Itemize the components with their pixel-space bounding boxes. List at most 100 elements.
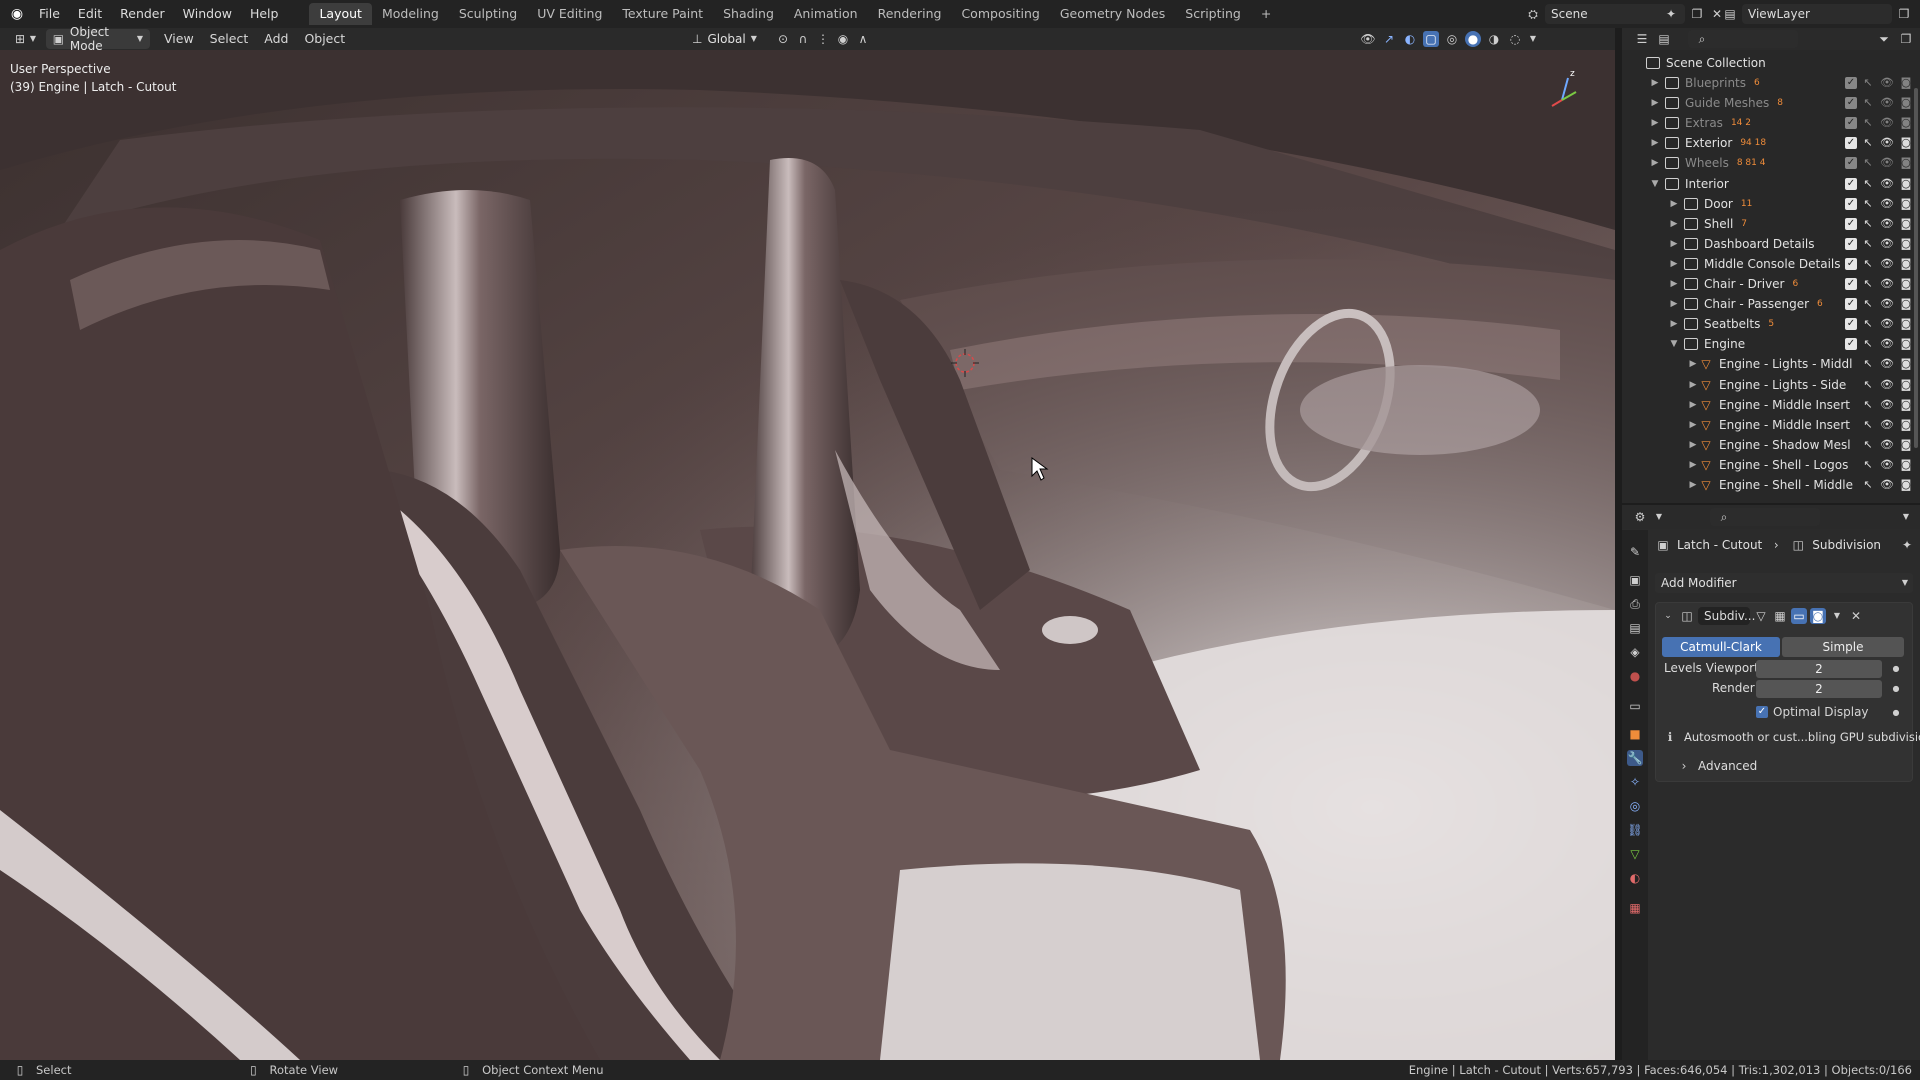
chevron-down-icon[interactable]: ▼ — [1829, 608, 1845, 624]
tab-compositing[interactable]: Compositing — [951, 3, 1049, 25]
select-icon[interactable]: ↖ — [1860, 196, 1876, 212]
collapse-icon[interactable]: ⌄ — [1660, 608, 1676, 624]
outliner-collection-row[interactable]: ▶ Extras 14 2 ✓ ↖ 👁 ◙ — [1622, 113, 1920, 133]
eye-icon[interactable]: 👁 — [1879, 135, 1895, 151]
outliner-collection-row[interactable]: ▶ Seatbelts 5 ✓ ↖ 👁 ◙ — [1622, 314, 1920, 334]
optimal-display-checkbox[interactable]: ✓ Optimal Display — [1756, 705, 1869, 719]
eye-icon[interactable]: 👁 — [1879, 196, 1895, 212]
camera-icon[interactable]: ◙ — [1898, 115, 1914, 131]
chevron-down-icon[interactable]: ▼ — [1898, 509, 1914, 525]
outliner-editor-icon[interactable]: ☰ — [1634, 31, 1650, 47]
scene-tab-icon[interactable]: ◈ — [1627, 644, 1643, 660]
chevron-down-icon[interactable]: ▼ — [1528, 31, 1538, 47]
select-icon[interactable]: ↖ — [1860, 176, 1876, 192]
expand-right-icon[interactable]: ▶ — [1668, 279, 1680, 289]
outliner-collection-row[interactable]: ▶ Wheels 8 81 4 ✓ ↖ 👁 ◙ — [1622, 153, 1920, 173]
select-icon[interactable]: ↖ — [1860, 135, 1876, 151]
eye-icon[interactable]: 👁 — [1879, 437, 1895, 453]
catmull-clark-button[interactable]: Catmull-Clark — [1662, 637, 1780, 657]
pivot-icon[interactable]: ⊙ — [775, 31, 791, 47]
view-layer-icon[interactable]: ▤ — [1722, 6, 1738, 22]
eye-icon[interactable]: 👁 — [1879, 316, 1895, 332]
render-tab-icon[interactable]: ▣ — [1627, 572, 1643, 588]
view-layer-tab-icon[interactable]: ▤ — [1627, 620, 1643, 636]
solid-shading-icon[interactable]: ● — [1465, 31, 1481, 47]
delete-view-layer-icon[interactable]: ✕ — [1916, 6, 1920, 22]
outliner-collection-row[interactable]: ▶ Shell 7 ✓ ↖ 👁 ◙ — [1622, 214, 1920, 234]
eye-icon[interactable]: 👁 — [1879, 95, 1895, 111]
tab-sculpting[interactable]: Sculpting — [449, 3, 527, 25]
camera-icon[interactable]: ◙ — [1898, 417, 1914, 433]
overlay-icon[interactable]: ◐ — [1402, 31, 1418, 47]
select-icon[interactable]: ↖ — [1860, 95, 1876, 111]
outliner-collection-row[interactable]: ▶ Chair - Driver 6 ✓ ↖ 👁 ◙ — [1622, 274, 1920, 294]
outliner-object-row[interactable]: ▶ ▽ Engine - Lights - Side ↖ 👁 ◙ — [1622, 375, 1920, 395]
select-icon[interactable]: ↖ — [1860, 75, 1876, 91]
checkbox-icon[interactable]: ✓ — [1845, 278, 1857, 290]
select-icon[interactable]: ↖ — [1860, 236, 1876, 252]
expand-right-icon[interactable]: ▶ — [1668, 259, 1680, 269]
select-icon[interactable]: ↖ — [1860, 216, 1876, 232]
add-menu[interactable]: Add — [256, 29, 296, 49]
camera-icon[interactable]: ◙ — [1898, 397, 1914, 413]
eye-icon[interactable]: 👁 — [1879, 276, 1895, 292]
menu-edit[interactable]: Edit — [69, 0, 111, 28]
cage-icon[interactable]: ▦ — [1772, 608, 1788, 624]
chevron-down-icon[interactable]: ▼ — [1654, 509, 1664, 525]
blender-logo-icon[interactable]: ◉ — [8, 6, 26, 22]
outliner-object-row[interactable]: ▶ ▽ Engine - Lights - Middl ↖ 👁 ◙ — [1622, 354, 1920, 374]
eye-icon[interactable]: 👁 — [1879, 216, 1895, 232]
snap-target-icon[interactable]: ⋮ — [815, 31, 831, 47]
tab-layout[interactable]: Layout — [309, 3, 372, 25]
select-icon[interactable]: ↖ — [1860, 276, 1876, 292]
expand-right-icon[interactable]: ▶ — [1649, 158, 1661, 168]
tab-animation[interactable]: Animation — [784, 3, 868, 25]
outliner-scrollbar[interactable] — [1914, 88, 1918, 448]
filter-icon[interactable]: ⏷ — [1876, 31, 1892, 47]
outliner-collection-row[interactable]: ▶ Dashboard Details ✓ ↖ 👁 ◙ — [1622, 234, 1920, 254]
expand-right-icon[interactable]: ▶ — [1649, 78, 1661, 88]
data-tab-icon[interactable]: ▽ — [1627, 846, 1643, 862]
modifier-tab-icon[interactable]: 🔧 — [1627, 750, 1643, 766]
world-tab-icon[interactable]: ● — [1627, 668, 1643, 684]
expand-right-icon[interactable]: ▶ — [1649, 118, 1661, 128]
tab-scripting[interactable]: Scripting — [1175, 3, 1251, 25]
select-icon[interactable]: ↖ — [1860, 296, 1876, 312]
keyframe-dot-icon[interactable]: ● — [1888, 661, 1904, 677]
eye-icon[interactable]: 👁 — [1879, 256, 1895, 272]
gizmo-icon[interactable]: ↗ — [1381, 31, 1397, 47]
select-icon[interactable]: ↖ — [1860, 477, 1876, 493]
menu-help[interactable]: Help — [241, 0, 288, 28]
expand-right-icon[interactable]: ▶ — [1668, 319, 1680, 329]
select-icon[interactable]: ↖ — [1860, 457, 1876, 473]
visibility-icon[interactable]: 👁 — [1360, 31, 1376, 47]
outliner-collection-row[interactable]: ▶ Blueprints 6 ✓ ↖ 👁 ◙ — [1622, 73, 1920, 93]
expand-down-icon[interactable]: ▼ — [1649, 179, 1661, 189]
view-layer-selector[interactable]: ViewLayer — [1742, 4, 1892, 24]
expand-right-icon[interactable]: ▶ — [1687, 440, 1699, 450]
camera-icon[interactable]: ◙ — [1898, 95, 1914, 111]
xray-icon[interactable]: ▢ — [1423, 31, 1439, 47]
eye-icon[interactable]: 👁 — [1879, 477, 1895, 493]
select-icon[interactable]: ↖ — [1860, 417, 1876, 433]
levels-viewport-input[interactable]: 2 — [1756, 660, 1882, 678]
render-display-icon[interactable]: ◙ — [1810, 608, 1826, 624]
select-icon[interactable]: ↖ — [1860, 155, 1876, 171]
wireframe-shading-icon[interactable]: ◎ — [1444, 31, 1460, 47]
tab-rendering[interactable]: Rendering — [868, 3, 952, 25]
camera-icon[interactable]: ◙ — [1898, 135, 1914, 151]
mode-dropdown[interactable]: ▣ Object Mode ▼ — [46, 25, 150, 53]
expand-right-icon[interactable]: ▶ — [1668, 219, 1680, 229]
eye-icon[interactable]: 👁 — [1879, 457, 1895, 473]
eye-icon[interactable]: 👁 — [1879, 155, 1895, 171]
camera-icon[interactable]: ◙ — [1898, 196, 1914, 212]
camera-icon[interactable]: ◙ — [1898, 176, 1914, 192]
keyframe-dot-icon[interactable]: ● — [1888, 681, 1904, 697]
menu-render[interactable]: Render — [111, 0, 174, 28]
expand-right-icon[interactable]: ▶ — [1687, 380, 1699, 390]
add-modifier-dropdown[interactable]: Add Modifier ▼ — [1655, 573, 1913, 593]
rendered-shading-icon[interactable]: ◌ — [1507, 31, 1523, 47]
checkbox-icon[interactable]: ✓ — [1845, 177, 1857, 190]
tab-uv-editing[interactable]: UV Editing — [527, 3, 612, 25]
physics-tab-icon[interactable]: ◎ — [1627, 798, 1643, 814]
